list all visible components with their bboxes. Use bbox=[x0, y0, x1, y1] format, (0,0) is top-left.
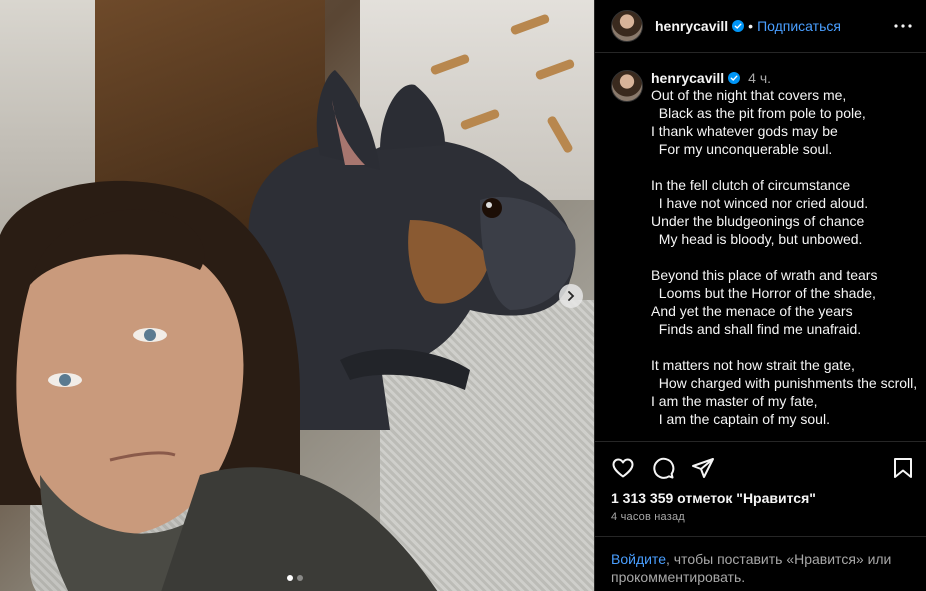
caption-time[interactable]: 4 ч. bbox=[748, 70, 771, 86]
caption-line: Black as the pit from pole to pole, bbox=[651, 105, 866, 121]
caption-line: My head is bloody, but unbowed. bbox=[651, 231, 863, 247]
caption-line: Beyond this place of wrath and tears bbox=[651, 267, 878, 283]
carousel-next-button[interactable] bbox=[559, 284, 583, 308]
caption-head: henrycavill 4 ч. Out of the night that c… bbox=[611, 70, 917, 428]
verified-badge-icon bbox=[732, 20, 745, 32]
carousel-dot bbox=[297, 575, 303, 581]
caption-avatar[interactable] bbox=[611, 70, 643, 102]
caption-line: For my unconquerable soul. bbox=[651, 141, 833, 157]
verified-badge-icon bbox=[728, 72, 741, 84]
avatar[interactable] bbox=[611, 10, 643, 42]
comment-icon[interactable] bbox=[651, 456, 675, 480]
caption-line: Looms but the Horror of the shade, bbox=[651, 285, 876, 301]
share-icon[interactable] bbox=[691, 456, 715, 480]
caption-line: Under the bludgeonings of chance bbox=[651, 213, 865, 229]
caption-body: henrycavill 4 ч. Out of the night that c… bbox=[651, 70, 917, 428]
bookmark-icon[interactable] bbox=[891, 456, 915, 480]
person-illustration bbox=[0, 180, 438, 591]
caption-line: It matters not how strait the gate, bbox=[651, 357, 855, 373]
carousel-dots bbox=[287, 575, 303, 581]
follow-button[interactable]: Подписаться bbox=[757, 18, 841, 34]
caption-line: In the fell clutch of circumstance bbox=[651, 177, 851, 193]
post-photo[interactable] bbox=[0, 0, 594, 591]
carousel-dot-active bbox=[287, 575, 293, 581]
header-separator: • bbox=[748, 18, 754, 34]
more-options-icon[interactable] bbox=[894, 24, 912, 28]
caption-area: henrycavill 4 ч. Out of the night that c… bbox=[595, 54, 926, 442]
login-link[interactable]: Войдите bbox=[611, 551, 666, 567]
caption-line bbox=[651, 248, 917, 266]
likes-count[interactable]: 1 313 359 отметок "Нравится" bbox=[611, 490, 816, 506]
post-header: henrycavill • Подписаться bbox=[595, 0, 926, 53]
heart-icon[interactable] bbox=[611, 456, 635, 480]
caption-line: I have not winced nor cried aloud. bbox=[651, 195, 869, 211]
post-timestamp[interactable]: 4 часов назад bbox=[611, 511, 685, 523]
caption-line bbox=[651, 158, 917, 176]
caption-line: How charged with punishments the scroll, bbox=[651, 375, 918, 391]
caption-line: Finds and shall find me unafraid. bbox=[651, 321, 862, 337]
caption-line: I am the master of my fate, bbox=[651, 393, 818, 409]
author-username[interactable]: henrycavill bbox=[655, 18, 728, 34]
chevron-right-icon bbox=[566, 291, 576, 301]
caption-text: Out of the night that covers me, Black a… bbox=[651, 86, 917, 428]
caption-line: I thank whatever gods may be bbox=[651, 123, 838, 139]
caption-line: And yet the menace of the years bbox=[651, 303, 853, 319]
caption-username[interactable]: henrycavill bbox=[651, 70, 724, 86]
action-bar bbox=[595, 452, 926, 484]
caption-line bbox=[651, 338, 917, 356]
caption-author-line: henrycavill 4 ч. bbox=[651, 70, 917, 86]
post-side-panel: henrycavill • Подписаться henrycavill 4 … bbox=[594, 0, 926, 591]
login-prompt: Войдите, чтобы поставить «Нравится» или … bbox=[595, 536, 926, 586]
caption-line: Out of the night that covers me, bbox=[651, 87, 847, 103]
caption-line: I am the captain of my soul. bbox=[651, 411, 830, 427]
